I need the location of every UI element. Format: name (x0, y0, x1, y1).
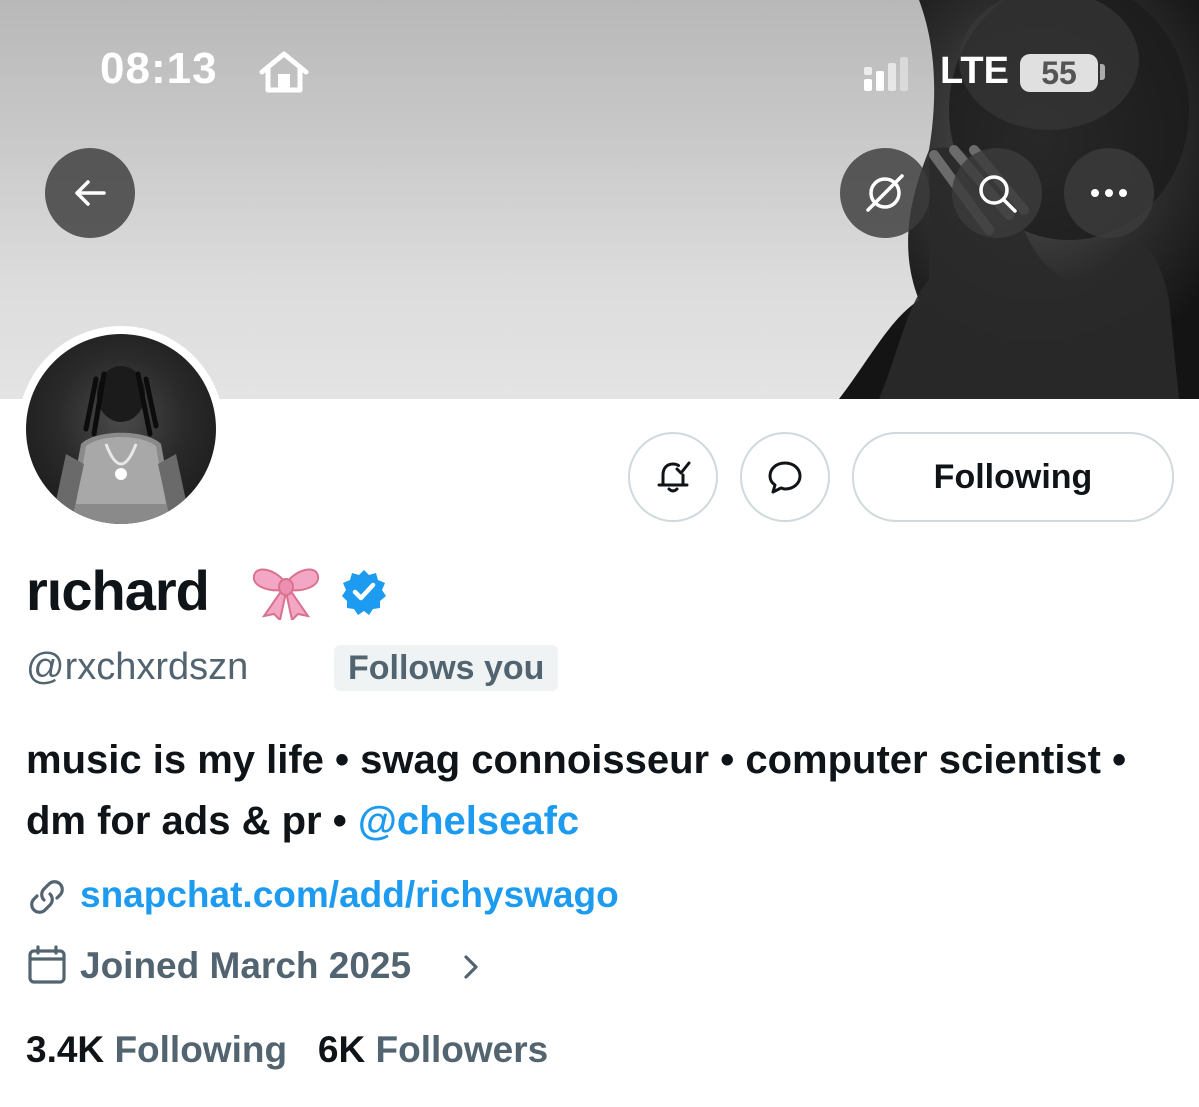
following-stat[interactable]: 3.4K Following (26, 1029, 287, 1070)
battery-tip (1100, 64, 1105, 80)
bio: music is my life • swag connoisseur • co… (26, 730, 1166, 852)
following-label: Following (114, 1029, 288, 1070)
followers-stat[interactable]: 6K Followers (318, 1029, 548, 1070)
more-button[interactable] (1064, 148, 1154, 238)
signal-icon (864, 57, 908, 91)
search-icon (979, 175, 1017, 213)
more-icon (1091, 189, 1127, 197)
status-time: 08:13 (100, 44, 218, 93)
followers-count: 6K (317, 1029, 366, 1070)
chevron-right-icon[interactable] (458, 952, 484, 982)
home-icon (259, 51, 309, 93)
notifications-button[interactable] (628, 432, 718, 522)
grok-icon (866, 174, 904, 212)
avatar-photo (51, 366, 191, 524)
following-count: 3.4K (26, 1029, 105, 1070)
battery-indicator: 55 (1020, 54, 1098, 92)
bio-mention-link[interactable]: @chelseafc (358, 799, 579, 843)
calendar-icon (28, 945, 66, 984)
search-button[interactable] (952, 148, 1042, 238)
back-button[interactable] (45, 148, 135, 238)
avatar[interactable] (26, 334, 216, 524)
following-button[interactable]: Following (852, 432, 1174, 522)
back-arrow-icon (75, 180, 106, 206)
message-button[interactable] (740, 432, 830, 522)
website-link[interactable]: snapchat.com/add/richyswago (80, 870, 619, 920)
ribbon-emoji (252, 568, 320, 620)
display-name: rιchard (26, 559, 210, 622)
grok-button[interactable] (840, 148, 930, 238)
handle: @rxchxrdszn (26, 646, 249, 688)
follow-stats: 3.4K Following 6K Followers (26, 1024, 548, 1076)
network-label: LTE (940, 50, 1009, 92)
joined-date[interactable]: Joined March 2025 (80, 940, 411, 992)
follows-you-badge: Follows you (334, 645, 559, 691)
verified-badge-icon (342, 570, 386, 615)
link-icon (30, 880, 64, 914)
followers-label: Followers (375, 1029, 549, 1070)
bell-check-icon (657, 461, 691, 493)
message-icon (768, 461, 802, 494)
profile-banner[interactable]: 08:13 LTE 55 (0, 0, 1199, 399)
